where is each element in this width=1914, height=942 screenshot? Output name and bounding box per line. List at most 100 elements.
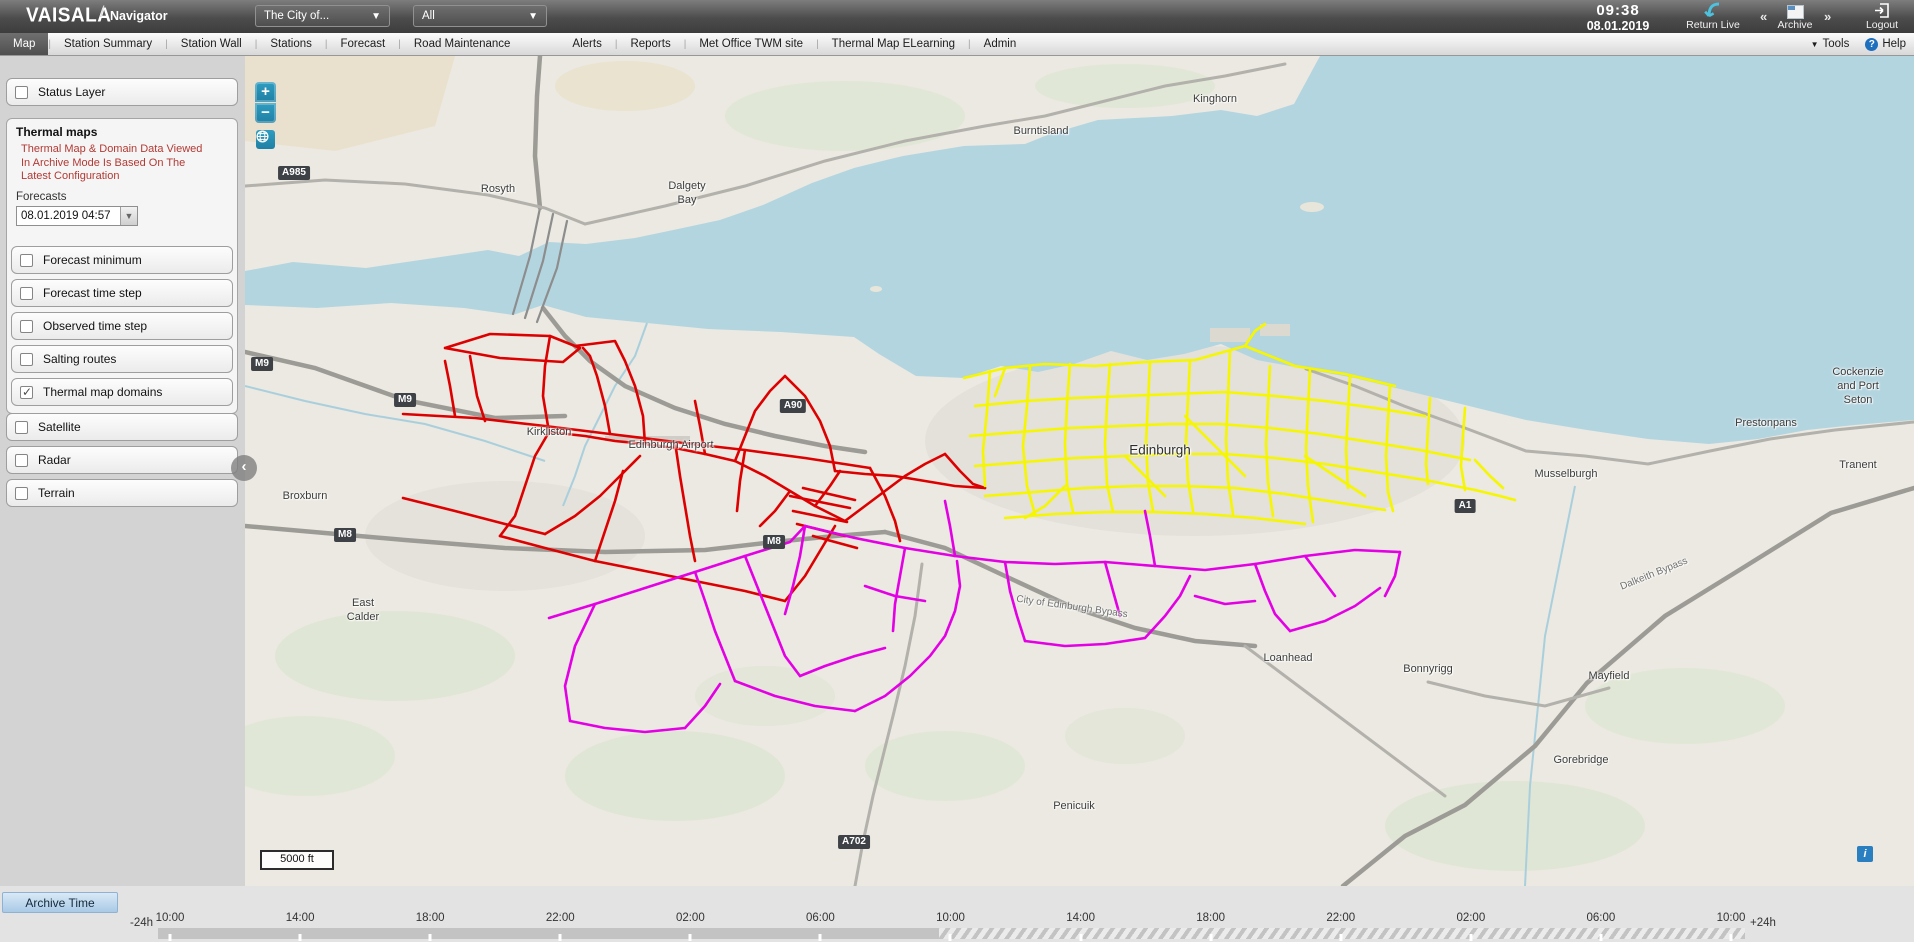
- tab-station-wall[interactable]: Station Wall: [168, 33, 255, 55]
- layer-salting-routes[interactable]: Salting routes: [11, 345, 233, 373]
- help-icon: ?: [1865, 38, 1878, 51]
- logout-door-icon: [1856, 2, 1908, 19]
- layer-forecast-time-step[interactable]: Forecast time step: [11, 279, 233, 307]
- tab-forecast[interactable]: Forecast: [328, 33, 399, 55]
- map-base-svg: [245, 56, 1914, 886]
- terrain-label: Terrain: [38, 486, 75, 500]
- archive-label: Archive: [1772, 19, 1818, 31]
- archive-button[interactable]: Archive: [1772, 2, 1818, 31]
- product-name: Navigator: [110, 9, 168, 23]
- logo-divider: /: [100, 4, 104, 22]
- return-live-button[interactable]: Return Live: [1680, 2, 1746, 31]
- clock: 09:38 08.01.2019: [1568, 2, 1668, 33]
- timeline-scrubber[interactable]: [158, 928, 1745, 939]
- timeline-tick-label: 06:00: [806, 912, 835, 924]
- timeline-start-label: -24h: [130, 917, 153, 929]
- vaisala-logo: VAISALA: [26, 4, 111, 28]
- tab-alerts[interactable]: Alerts: [559, 33, 614, 55]
- chevron-down-icon[interactable]: ▼: [120, 207, 137, 225]
- help-button[interactable]: ? Help: [1865, 38, 1906, 51]
- radar-label: Radar: [38, 453, 71, 467]
- tab-bar: Map|Station Summary|Station Wall|Station…: [0, 33, 1914, 56]
- forecast-time-select[interactable]: 08.01.2019 04:57 ▼: [16, 206, 138, 226]
- satellite-checkbox[interactable]: [15, 421, 28, 434]
- forecast-time-step-checkbox[interactable]: [20, 287, 33, 300]
- content: Status Layer Thermal maps Thermal Map & …: [0, 56, 1914, 886]
- timeline-tick-label: 18:00: [416, 912, 445, 924]
- archive-prev-button[interactable]: «: [1760, 9, 1767, 24]
- thermal-map-domains-checkbox[interactable]: [20, 386, 33, 399]
- thermal-maps-title: Thermal maps: [16, 125, 97, 139]
- salting-routes-checkbox[interactable]: [20, 353, 33, 366]
- timeline-tick-label: 14:00: [1066, 912, 1095, 924]
- top-bar: VAISALA / Navigator The City of... ▼ All…: [0, 0, 1914, 33]
- layers-sidebar: Status Layer Thermal maps Thermal Map & …: [0, 56, 245, 886]
- tools-menu[interactable]: ▼ Tools: [1811, 38, 1850, 50]
- thermal-map-domains-label: Thermal map domains: [43, 385, 162, 399]
- chevron-down-icon: ▼: [371, 11, 381, 22]
- satellite-label: Satellite: [38, 420, 81, 434]
- status-layer-label: Status Layer: [38, 85, 105, 99]
- layer-thermal-map-domains[interactable]: Thermal map domains: [11, 378, 233, 406]
- info-button[interactable]: i: [1857, 846, 1873, 862]
- help-label: Help: [1882, 38, 1906, 50]
- zoom-out-button[interactable]: −: [255, 103, 276, 123]
- tab-admin[interactable]: Admin: [971, 33, 1030, 55]
- archive-next-button[interactable]: »: [1824, 9, 1831, 24]
- observed-time-step-checkbox[interactable]: [20, 320, 33, 333]
- timeline-tick-label: 10:00: [156, 912, 185, 924]
- observed-time-step-label: Observed time step: [43, 319, 147, 333]
- sidebar-collapse-button[interactable]: ‹: [231, 455, 257, 481]
- tab-thermal-map-elearning[interactable]: Thermal Map ELearning: [819, 33, 968, 55]
- tab-reports[interactable]: Reports: [617, 33, 683, 55]
- return-live-icon: [1680, 2, 1746, 19]
- timeline-tick-label: 02:00: [676, 912, 705, 924]
- timeline-future-hatch: [939, 928, 1745, 939]
- layer-terrain[interactable]: Terrain: [6, 479, 238, 507]
- globe-button[interactable]: [256, 130, 275, 149]
- timeline-tick-label: 22:00: [1326, 912, 1355, 924]
- logout-button[interactable]: Logout: [1856, 2, 1908, 31]
- calendar-icon: [1772, 2, 1818, 19]
- layer-observed-time-step[interactable]: Observed time step: [11, 312, 233, 340]
- timeline-tick-label: 06:00: [1587, 912, 1616, 924]
- layer-radar[interactable]: Radar: [6, 446, 238, 474]
- tab-road-maintenance[interactable]: Road Maintenance: [401, 33, 524, 55]
- logout-label: Logout: [1856, 19, 1908, 31]
- tab-met-office-twm-site[interactable]: Met Office TWM site: [686, 33, 816, 55]
- tab-stations[interactable]: Stations: [257, 33, 325, 55]
- timeline-tick-label: 10:00: [1717, 912, 1746, 924]
- layer-satellite[interactable]: Satellite: [6, 413, 238, 441]
- layer-forecast-minimum[interactable]: Forecast minimum: [11, 246, 233, 274]
- forecast-minimum-checkbox[interactable]: [20, 254, 33, 267]
- zoom-in-button[interactable]: +: [255, 82, 276, 102]
- region-select-value: The City of...: [264, 10, 329, 22]
- current-date: 08.01.2019: [1568, 19, 1668, 33]
- layer-status-layer[interactable]: Status Layer: [6, 78, 238, 106]
- tab-station-summary[interactable]: Station Summary: [51, 33, 165, 55]
- tab-bar-tabs: Map|Station Summary|Station Wall|Station…: [0, 33, 1029, 55]
- forecast-time-step-label: Forecast time step: [43, 286, 142, 300]
- timeline-tick-label: 14:00: [286, 912, 315, 924]
- timeline-tick-label: 02:00: [1456, 912, 1485, 924]
- tab-bar-right: ▼ Tools ? Help: [1811, 33, 1906, 55]
- map-canvas[interactable]: KinghornBurntislandRosythDalgetyBayKirkl…: [245, 56, 1914, 886]
- forecast-time-value: 08.01.2019 04:57: [17, 207, 120, 225]
- terrain-checkbox[interactable]: [15, 487, 28, 500]
- region-select[interactable]: The City of... ▼: [255, 5, 390, 27]
- tab-map[interactable]: Map: [0, 33, 48, 55]
- timeline-bar: Archive Time -24h +24h 10:0014:0018:0022…: [0, 886, 1914, 942]
- thermal-domain-magenta: [549, 501, 1400, 732]
- forecast-minimum-label: Forecast minimum: [43, 253, 142, 267]
- timeline-tick-label: 10:00: [936, 912, 965, 924]
- chevron-down-icon: ▼: [528, 11, 538, 22]
- filter-select-value: All: [422, 10, 435, 22]
- current-time: 09:38: [1568, 2, 1668, 19]
- radar-checkbox[interactable]: [15, 454, 28, 467]
- triangle-down-icon: ▼: [1811, 40, 1819, 49]
- archive-time-button[interactable]: Archive Time: [2, 892, 118, 913]
- status-layer-checkbox[interactable]: [15, 86, 28, 99]
- globe-icon: [256, 130, 269, 143]
- tools-label: Tools: [1822, 38, 1849, 50]
- filter-select[interactable]: All ▼: [413, 5, 547, 27]
